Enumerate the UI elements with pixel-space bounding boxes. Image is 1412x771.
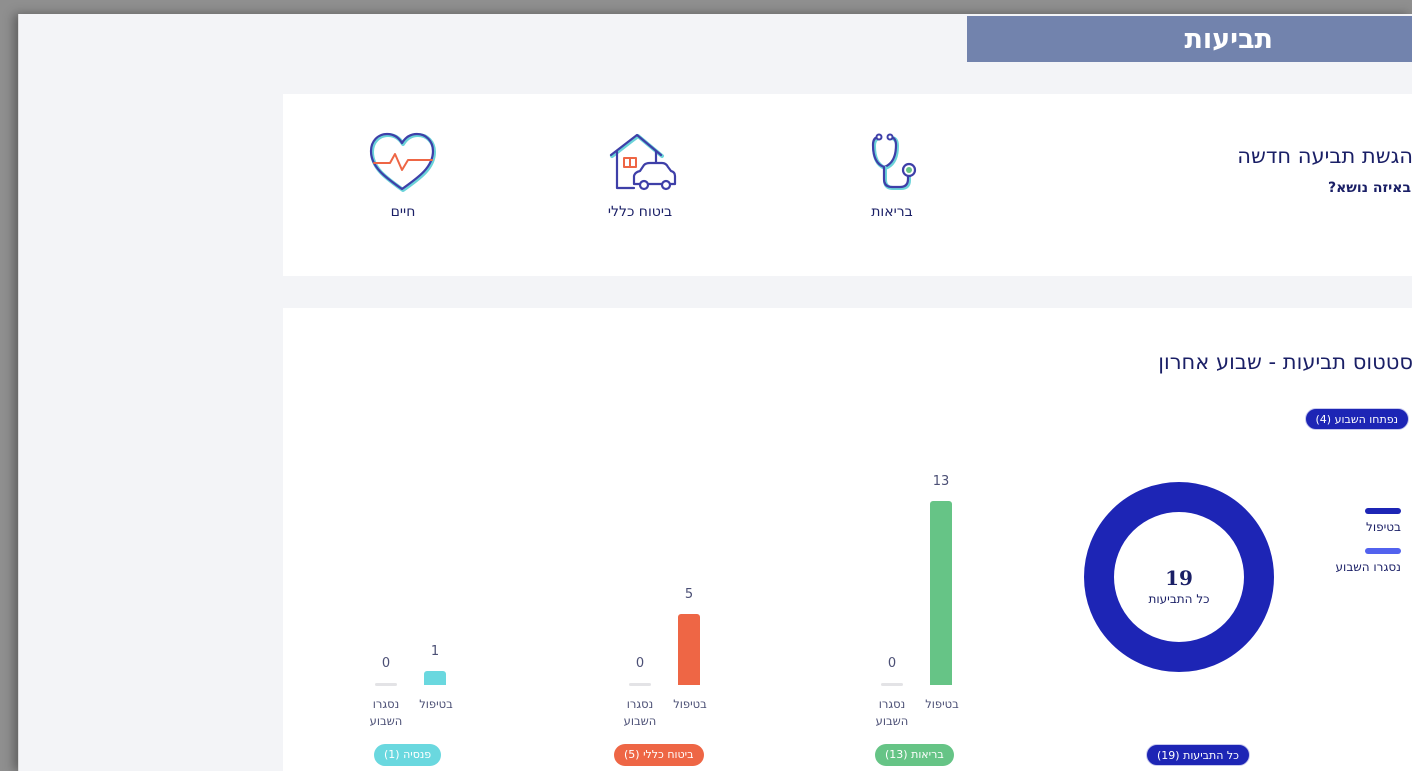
bar-pension-in-treatment-value: 1 (430, 644, 440, 659)
app-frame: תביעות הגשת תביעה חדשה באיזה נושא? בריאו… (18, 14, 1412, 771)
bar-health-in-treatment (930, 501, 952, 685)
donut-center: 19 כל התביעות (1119, 566, 1239, 606)
bar-health-closed-label: נסגרו השבוע (875, 697, 909, 728)
general-group-badge[interactable]: ביטוח כללי (5) (614, 744, 704, 766)
bar-general-closed (629, 683, 651, 686)
bar-general-in-treatment-label: בטיפול (673, 697, 707, 711)
total-claims-value: 19 (1165, 566, 1193, 590)
bar-health-closed-value: 0 (887, 656, 897, 671)
bar-general-closed-label: נסגרו השבוע (623, 697, 657, 728)
bar-pension-closed-label: נסגרו השבוע (369, 697, 403, 728)
pension-group-badge[interactable]: פנסיה (1) (374, 744, 442, 766)
topic-life[interactable]: חיים (338, 130, 468, 220)
topic-health-label: בריאות (871, 204, 913, 220)
house-car-icon (609, 133, 677, 191)
stethoscope-icon (871, 133, 917, 190)
status-card: סטטוס תביעות - שבוע אחרון נפתחו השבוע (4… (283, 308, 1412, 771)
page-title-bar: תביעות (967, 16, 1412, 62)
bar-health-in-treatment-label: בטיפול (925, 697, 959, 711)
topic-general-insurance[interactable]: ביטוח כללי (575, 130, 705, 220)
bar-general-closed-value: 0 (635, 656, 645, 671)
bar-pension-closed-value: 0 (381, 656, 391, 671)
health-group-badge[interactable]: בריאות (13) (875, 744, 954, 766)
total-claims-label: כל התביעות (1148, 592, 1210, 606)
new-claim-subtitle: באיזה נושא? (1327, 180, 1411, 196)
new-claim-card: הגשת תביעה חדשה באיזה נושא? בריאות ביטוח… (283, 94, 1412, 276)
topic-general-insurance-label: ביטוח כללי (607, 204, 673, 220)
bar-pension-closed (375, 683, 397, 686)
bar-health-closed (881, 683, 903, 686)
all-claims-badge[interactable]: כל התביעות (19) (1146, 744, 1250, 766)
new-claim-title: הגשת תביעה חדשה (1237, 144, 1412, 168)
topic-health[interactable]: בריאות (827, 130, 957, 220)
topic-life-label: חיים (390, 204, 416, 220)
page-title: תביעות (1184, 23, 1273, 55)
bar-health-in-treatment-value: 13 (932, 474, 950, 489)
bar-pension-in-treatment-label: בטיפול (419, 697, 453, 711)
bar-pension-in-treatment (424, 671, 446, 685)
bar-general-in-treatment-value: 5 (684, 587, 694, 602)
bar-general-in-treatment (678, 614, 700, 685)
heart-pulse-icon (369, 132, 436, 192)
